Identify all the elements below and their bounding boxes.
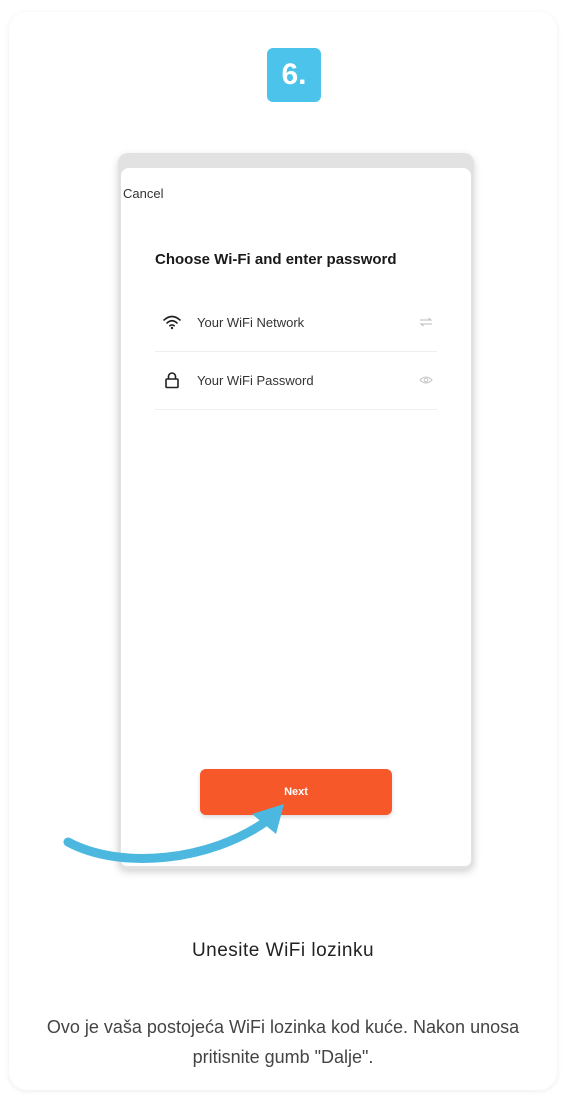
step-badge: 6. [267,48,321,102]
phone-screen [121,168,471,866]
caption-title: Unesite WiFi lozinku [191,940,375,961]
eye-icon[interactable] [415,372,437,388]
wifi-network-value: Your WiFi Network [197,314,305,330]
switch-network-icon[interactable] [415,314,437,330]
wifi-icon [157,312,187,332]
wifi-password-field[interactable]: Your WiFi Password [155,351,437,410]
cancel-button[interactable]: Cancel [123,186,163,201]
screen-title: Choose Wi-Fi and enter password [155,251,397,268]
lock-icon [157,370,187,390]
wifi-network-field[interactable]: Your WiFi Network [155,293,437,352]
wifi-password-value: Your WiFi Password [197,372,314,388]
caption-body: Ovo je vaša postojeća WiFi lozinka kod k… [46,1017,520,1067]
next-button[interactable]: Next [200,769,392,815]
